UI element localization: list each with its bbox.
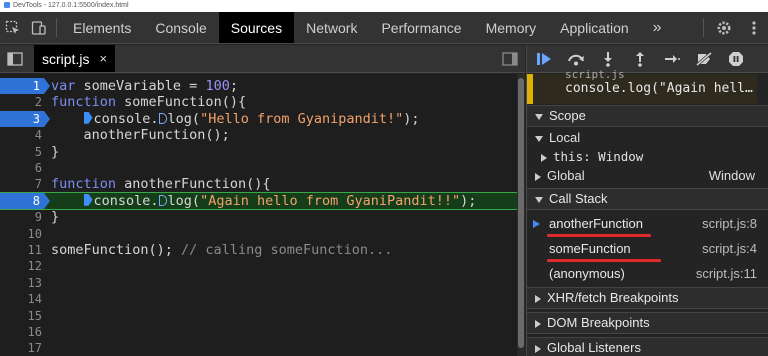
call-frame[interactable]: someFunction script.js:4 <box>527 237 768 261</box>
line-number[interactable]: 10 <box>0 226 46 242</box>
debugger-controls <box>527 45 768 73</box>
code-line[interactable]: 14 <box>0 291 517 307</box>
breakpoint-marker[interactable]: 8 <box>0 192 50 210</box>
breakpoint-marker[interactable]: 3 <box>0 110 50 128</box>
step-out-icon[interactable] <box>631 50 649 68</box>
step-over-icon[interactable] <box>567 50 585 68</box>
global-listeners-section-header[interactable]: Global Listeners <box>527 337 768 356</box>
line-number[interactable]: 2 <box>0 94 46 110</box>
line-number[interactable]: 16 <box>0 324 46 340</box>
device-toolbar-icon[interactable] <box>26 12 52 43</box>
line-number[interactable]: 5 <box>0 144 46 160</box>
scope-global[interactable]: Global Window <box>527 166 768 185</box>
toolbar-divider <box>703 18 704 37</box>
toggle-debugger-icon[interactable] <box>495 45 525 72</box>
line-number[interactable]: 6 <box>0 160 46 176</box>
code-editor[interactable]: 1 var someVariable = 100; 2 function som… <box>0 74 525 356</box>
collapse-arrow-icon <box>541 153 547 162</box>
code-line[interactable]: 12 <box>0 258 517 274</box>
tab-elements[interactable]: Elements <box>61 12 143 43</box>
inline-breakpoint-icon[interactable] <box>83 193 93 206</box>
expand-arrow-icon <box>535 196 543 203</box>
line-number[interactable]: 14 <box>0 291 46 307</box>
pause-on-exceptions-icon[interactable] <box>727 50 745 68</box>
collapse-arrow-icon <box>535 172 541 181</box>
dom-breakpoints-section-header[interactable]: DOM Breakpoints <box>527 312 768 334</box>
devtools-tab-bar: Elements Console Sources Network Perform… <box>0 12 768 44</box>
code-line[interactable]: 2 function someFunction(){ <box>0 94 517 110</box>
code-line[interactable]: 4 anotherFunction(); <box>0 127 517 143</box>
code-line[interactable]: 10 <box>0 226 517 242</box>
inline-breakpoint-icon[interactable] <box>158 112 167 124</box>
expand-arrow-icon <box>535 135 543 142</box>
tab-network[interactable]: Network <box>294 12 369 43</box>
gear-icon[interactable] <box>708 12 740 43</box>
tab-performance[interactable]: Performance <box>369 12 473 43</box>
step-into-icon[interactable] <box>599 50 617 68</box>
call-frame[interactable]: (anonymous) script.js:11 <box>527 262 768 286</box>
call-frame[interactable]: anotherFunction script.js:8 <box>527 212 768 236</box>
file-tab-label: script.js <box>42 50 90 67</box>
current-frame-icon <box>533 220 540 228</box>
file-tab-script[interactable]: script.js × <box>34 45 116 72</box>
line-number[interactable]: 4 <box>0 127 46 143</box>
scope-this-row[interactable]: this: Window <box>527 147 768 166</box>
code-line[interactable]: 6 <box>0 160 517 176</box>
resume-icon[interactable] <box>535 50 553 68</box>
inline-breakpoint-icon[interactable] <box>83 111 93 124</box>
collapse-arrow-icon <box>535 344 541 353</box>
tab-application[interactable]: Application <box>548 12 641 43</box>
code-line[interactable]: 13 <box>0 275 517 291</box>
tab-sources[interactable]: Sources <box>218 12 295 43</box>
tab-console[interactable]: Console <box>143 12 218 43</box>
code-line[interactable]: 9 } <box>0 209 517 225</box>
line-number[interactable]: 11 <box>0 242 46 258</box>
debugger-sidebar: script.js console.log("Again hell… Scope… <box>526 45 768 356</box>
line-number[interactable]: 17 <box>0 340 46 356</box>
code-line[interactable]: 11 someFunction(); // calling someFuncti… <box>0 242 517 258</box>
code-line[interactable]: 15 <box>0 308 517 324</box>
scope-section-header[interactable]: Scope <box>527 105 768 127</box>
tab-memory[interactable]: Memory <box>474 12 549 43</box>
inline-breakpoint-icon[interactable] <box>158 194 167 206</box>
expand-arrow-icon <box>535 113 543 120</box>
breakpoint-marker[interactable]: 1 <box>0 78 50 95</box>
paused-location[interactable]: script.js console.log("Again hell… <box>527 68 757 104</box>
code-line[interactable]: 3 console. log("Hello from Gyanipandit!")… <box>0 110 517 128</box>
line-number[interactable]: 12 <box>0 258 46 274</box>
code-line[interactable]: 16 <box>0 324 517 340</box>
toggle-navigator-icon[interactable] <box>0 45 30 72</box>
call-stack-section-header[interactable]: Call Stack <box>527 188 768 210</box>
more-tabs-button[interactable]: » <box>641 12 674 43</box>
current-execution-line[interactable]: 8 console. log("Again hello from GyaniPan… <box>0 191 518 211</box>
scrollbar-thumb[interactable] <box>518 78 524 348</box>
collapse-arrow-icon <box>535 294 541 303</box>
code-line[interactable]: 17 <box>0 340 517 356</box>
inspect-element-icon[interactable] <box>0 12 26 43</box>
code-line[interactable]: 5 } <box>0 144 517 160</box>
kebab-menu-icon[interactable] <box>740 12 768 43</box>
scope-local[interactable]: Local <box>527 128 768 147</box>
line-number[interactable]: 9 <box>0 209 46 225</box>
collapse-arrow-icon <box>535 319 541 328</box>
line-number[interactable]: 13 <box>0 275 46 291</box>
window-title: DevTools - 127.0.0.1:5500/index.html <box>13 2 129 9</box>
code-line[interactable]: 1 var someVariable = 100; <box>0 78 517 95</box>
global-value: Window <box>708 168 755 183</box>
paused-file-label: script.js <box>565 68 625 81</box>
code-line[interactable]: 7 function anotherFunction(){ <box>0 176 517 192</box>
toolbar-divider <box>56 18 57 37</box>
window-title-bar: DevTools - 127.0.0.1:5500/index.html <box>0 0 768 12</box>
xhr-breakpoints-section-header[interactable]: XHR/fetch Breakpoints <box>527 287 768 309</box>
close-tab-icon[interactable]: × <box>99 51 107 66</box>
deactivate-breakpoints-icon[interactable] <box>695 50 713 68</box>
step-icon[interactable] <box>663 50 681 68</box>
paused-code: console.log("Again hell… <box>565 81 753 96</box>
line-number[interactable]: 7 <box>0 176 46 192</box>
editor-toolbar: script.js × <box>0 45 525 73</box>
devtools-icon <box>4 2 10 9</box>
editor-scrollbar[interactable] <box>517 74 525 356</box>
line-number[interactable]: 15 <box>0 308 46 324</box>
